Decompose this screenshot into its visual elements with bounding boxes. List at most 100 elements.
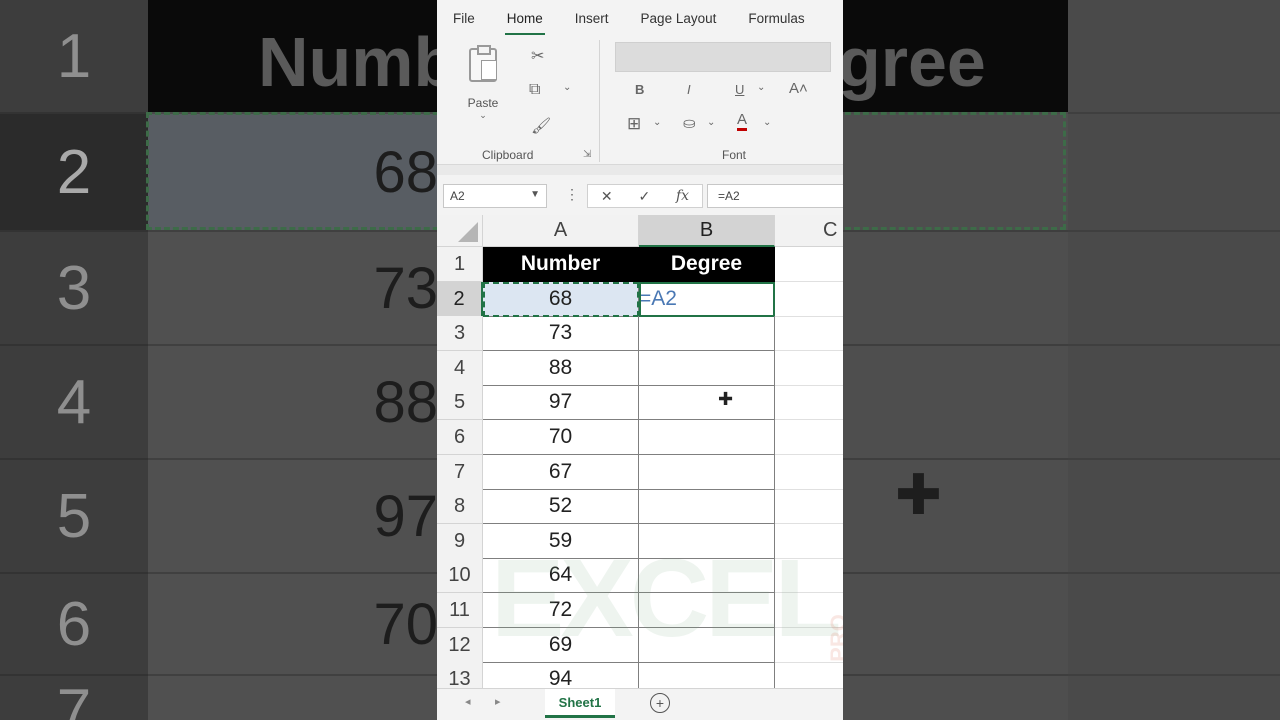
sheet-next-icon[interactable]: ▸: [495, 695, 501, 708]
cell-a3[interactable]: 73: [483, 316, 639, 351]
cell-b12[interactable]: [639, 628, 775, 663]
row-header-12[interactable]: 12: [437, 628, 483, 663]
add-sheet-button[interactable]: +: [650, 693, 670, 713]
sheet-tab-sheet1[interactable]: Sheet1: [545, 689, 615, 718]
cell-b2[interactable]: =A2: [639, 282, 775, 317]
cell-a5[interactable]: 97: [483, 385, 639, 420]
dialog-launcher-icon[interactable]: ⇲: [583, 149, 591, 160]
cell-a11[interactable]: 72: [483, 593, 639, 628]
cell-a4[interactable]: 88: [483, 351, 639, 386]
copy-dropdown-icon[interactable]: ⌄: [563, 82, 571, 93]
column-header-a[interactable]: A: [483, 215, 639, 247]
enter-icon[interactable]: ✓: [638, 188, 650, 205]
cell-c11[interactable]: [775, 593, 843, 628]
row-header-11[interactable]: 11: [437, 593, 483, 628]
cell-c6[interactable]: [775, 420, 843, 455]
font-group-label: Font: [722, 148, 747, 162]
row-header-8[interactable]: 8: [437, 489, 483, 524]
bg-header-left: Numb: [258, 23, 457, 101]
row-header-9[interactable]: 9: [437, 524, 483, 559]
borders-icon[interactable]: ⊞: [627, 114, 641, 134]
cell-c5[interactable]: [775, 385, 843, 420]
tab-home[interactable]: Home: [491, 11, 559, 35]
cell-b8[interactable]: [639, 489, 775, 524]
bg-cell-88: 88: [148, 346, 438, 460]
cell-a7[interactable]: 67: [483, 455, 639, 490]
row-header-5[interactable]: 5: [437, 385, 483, 420]
cell-c1[interactable]: [775, 247, 843, 282]
row-header-13[interactable]: 13: [437, 662, 483, 688]
bg-row-5: 5: [0, 460, 148, 574]
cell-c2[interactable]: [775, 282, 843, 317]
bg-row-2: 2: [0, 114, 148, 232]
cell-b1-header[interactable]: Degree: [639, 247, 775, 282]
row-header-7[interactable]: 7: [437, 455, 483, 490]
borders-dropdown-icon[interactable]: ⌄: [653, 117, 661, 128]
tab-insert[interactable]: Insert: [559, 11, 625, 26]
cell-c9[interactable]: [775, 524, 843, 559]
cell-a10[interactable]: 64: [483, 558, 639, 593]
cell-c10[interactable]: [775, 558, 843, 593]
bg-header-right: gree: [838, 23, 986, 101]
more-options-icon[interactable]: ⋮: [565, 186, 579, 203]
cancel-icon[interactable]: ✕: [601, 188, 613, 205]
italic-button[interactable]: I: [687, 82, 691, 97]
underline-dropdown-icon[interactable]: ⌄: [757, 82, 765, 93]
formula-bar: A2 ▼ ⋮ ✕ ✓ fx =A2: [437, 175, 843, 220]
cell-a9[interactable]: 59: [483, 524, 639, 559]
name-box[interactable]: A2 ▼: [443, 184, 547, 208]
cell-b5[interactable]: [639, 385, 775, 420]
row-header-2[interactable]: 2: [437, 282, 483, 317]
cell-a8[interactable]: 52: [483, 489, 639, 524]
cell-b13[interactable]: [639, 662, 775, 688]
cell-b9[interactable]: [639, 524, 775, 559]
cell-b7[interactable]: [639, 455, 775, 490]
font-color-button[interactable]: A: [737, 112, 748, 131]
cell-b6[interactable]: [639, 420, 775, 455]
cell-c4[interactable]: [775, 351, 843, 386]
tab-formulas[interactable]: Formulas: [732, 11, 820, 26]
cell-b4[interactable]: [639, 351, 775, 386]
bold-button[interactable]: B: [635, 82, 644, 97]
cell-a12[interactable]: 69: [483, 628, 639, 663]
cell-b3[interactable]: [639, 316, 775, 351]
tab-file[interactable]: File: [437, 11, 491, 26]
cell-a1-header[interactable]: Number: [483, 247, 639, 282]
cell-c7[interactable]: [775, 455, 843, 490]
cell-a2[interactable]: 68: [483, 282, 639, 317]
formula-input[interactable]: =A2: [707, 184, 843, 208]
cell-c8[interactable]: [775, 489, 843, 524]
row-header-6[interactable]: 6: [437, 420, 483, 455]
bg-row-1: 1: [0, 0, 148, 114]
cut-icon[interactable]: ✂: [531, 46, 544, 66]
row-header-10[interactable]: 10: [437, 558, 483, 593]
bg-row-7: 7: [0, 676, 148, 720]
row-header-4[interactable]: 4: [437, 351, 483, 386]
insert-function-icon[interactable]: fx: [676, 188, 689, 204]
cell-c13[interactable]: [775, 662, 843, 688]
cell-c12[interactable]: [775, 628, 843, 663]
column-header-b[interactable]: B: [639, 215, 775, 247]
copy-icon[interactable]: ⧉: [529, 81, 540, 99]
format-painter-icon[interactable]: 🖌: [531, 116, 551, 136]
underline-button[interactable]: U: [735, 82, 744, 97]
cell-b11[interactable]: [639, 593, 775, 628]
font-color-dropdown-icon[interactable]: ⌄: [763, 117, 771, 128]
sheet-prev-icon[interactable]: ◂: [465, 695, 471, 708]
cell-b10[interactable]: [639, 558, 775, 593]
fill-dropdown-icon[interactable]: ⌄: [707, 117, 715, 128]
row-header-3[interactable]: 3: [437, 316, 483, 351]
name-box-value: A2: [450, 189, 465, 203]
fill-color-icon[interactable]: ⛀: [683, 114, 696, 132]
column-header-c[interactable]: C: [775, 215, 843, 247]
cell-a13[interactable]: 94: [483, 662, 639, 688]
font-name-box[interactable]: [615, 42, 831, 72]
row-header-1[interactable]: 1: [437, 247, 483, 282]
tab-page-layout[interactable]: Page Layout: [625, 11, 733, 26]
paste-button[interactable]: Paste ⌄: [463, 45, 503, 130]
cell-a6[interactable]: 70: [483, 420, 639, 455]
select-all-button[interactable]: [437, 215, 483, 247]
increase-font-icon[interactable]: A˄: [789, 80, 808, 97]
chevron-down-icon: ▼: [530, 189, 540, 200]
cell-c3[interactable]: [775, 316, 843, 351]
